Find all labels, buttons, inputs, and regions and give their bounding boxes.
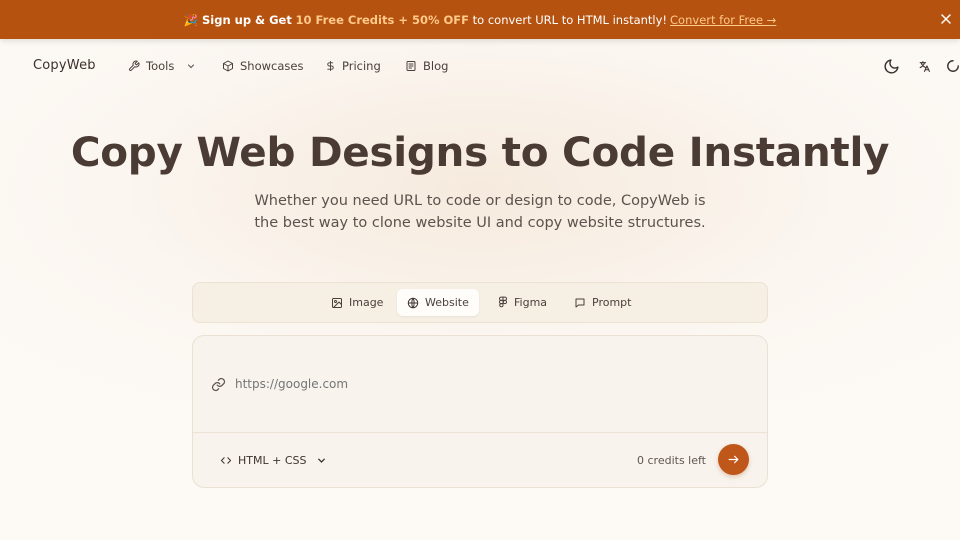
top-navigation: CopyWeb Tools Showcases Pricing Blog xyxy=(0,39,960,93)
tab-image[interactable]: Image xyxy=(321,289,393,316)
moon-icon xyxy=(884,58,899,73)
message-icon xyxy=(575,298,585,307)
tab-label: Prompt xyxy=(592,296,632,309)
hero-subtitle: Whether you need URL to code or design t… xyxy=(0,190,960,234)
chevron-down-icon xyxy=(188,64,195,69)
url-input[interactable] xyxy=(235,377,715,391)
url-input-card: HTML + CSS 0 credits left xyxy=(192,335,768,488)
submit-button[interactable] xyxy=(718,444,749,475)
arrow-right-icon xyxy=(728,455,739,464)
link-icon xyxy=(211,377,226,391)
tab-prompt[interactable]: Prompt xyxy=(564,289,641,316)
chevron-down-icon xyxy=(318,458,326,463)
dollar-icon xyxy=(327,60,334,72)
translate-icon xyxy=(919,60,930,72)
theme-toggle-button[interactable] xyxy=(881,56,901,76)
loading-indicator xyxy=(946,56,960,76)
hero-title: Copy Web Designs to Code Instantly xyxy=(70,128,890,176)
banner-lead-text: Sign up & Get xyxy=(201,12,292,27)
input-mode-tabs: Image Website Figma Prompt xyxy=(192,282,768,323)
nav-item-tools[interactable]: Tools xyxy=(128,57,196,75)
globe-icon xyxy=(407,297,419,309)
output-format-select[interactable]: HTML + CSS xyxy=(220,452,327,468)
banner-close-button[interactable] xyxy=(938,11,954,27)
party-popper-icon: 🎉 xyxy=(183,12,198,27)
cube-icon xyxy=(223,60,233,72)
tab-label: Figma xyxy=(514,296,548,309)
nav-item-label: Tools xyxy=(146,59,175,73)
credits-remaining: 0 credits left xyxy=(637,453,706,467)
hero-subtitle-line: the best way to clone website UI and cop… xyxy=(254,215,706,231)
url-input-row xyxy=(211,374,715,394)
card-divider xyxy=(193,432,767,433)
hero-subtitle-line: Whether you need URL to code or design t… xyxy=(254,193,706,209)
nav-item-label: Pricing xyxy=(342,59,381,73)
tab-label: Website xyxy=(425,296,469,309)
language-button[interactable] xyxy=(915,56,933,76)
banner-highlight-text: 10 Free Credits + 50% OFF xyxy=(295,12,469,27)
tab-label: Image xyxy=(349,296,384,309)
code-icon xyxy=(220,456,232,464)
promo-banner: 🎉 Sign up & Get 10 Free Credits + 50% OF… xyxy=(0,0,960,39)
nav-item-label: Blog xyxy=(423,59,449,73)
banner-body-text: to convert URL to HTML instantly! xyxy=(472,12,668,27)
wrench-icon xyxy=(128,60,140,72)
figma-icon xyxy=(499,296,508,308)
close-icon xyxy=(941,14,951,24)
nav-item-blog[interactable]: Blog xyxy=(405,57,448,75)
output-format-label: HTML + CSS xyxy=(238,453,307,467)
loading-spinner-icon xyxy=(947,60,959,72)
banner-cta-link[interactable]: Convert for Free → xyxy=(670,13,776,27)
tab-figma[interactable]: Figma xyxy=(488,289,557,316)
logo[interactable]: CopyWeb xyxy=(33,58,96,73)
image-icon xyxy=(332,297,342,308)
nav-item-label: Showcases xyxy=(240,59,304,73)
nav-item-pricing[interactable]: Pricing xyxy=(325,57,381,75)
nav-item-showcases[interactable]: Showcases xyxy=(222,57,303,75)
tab-website[interactable]: Website xyxy=(397,289,479,316)
newspaper-icon xyxy=(406,61,416,71)
